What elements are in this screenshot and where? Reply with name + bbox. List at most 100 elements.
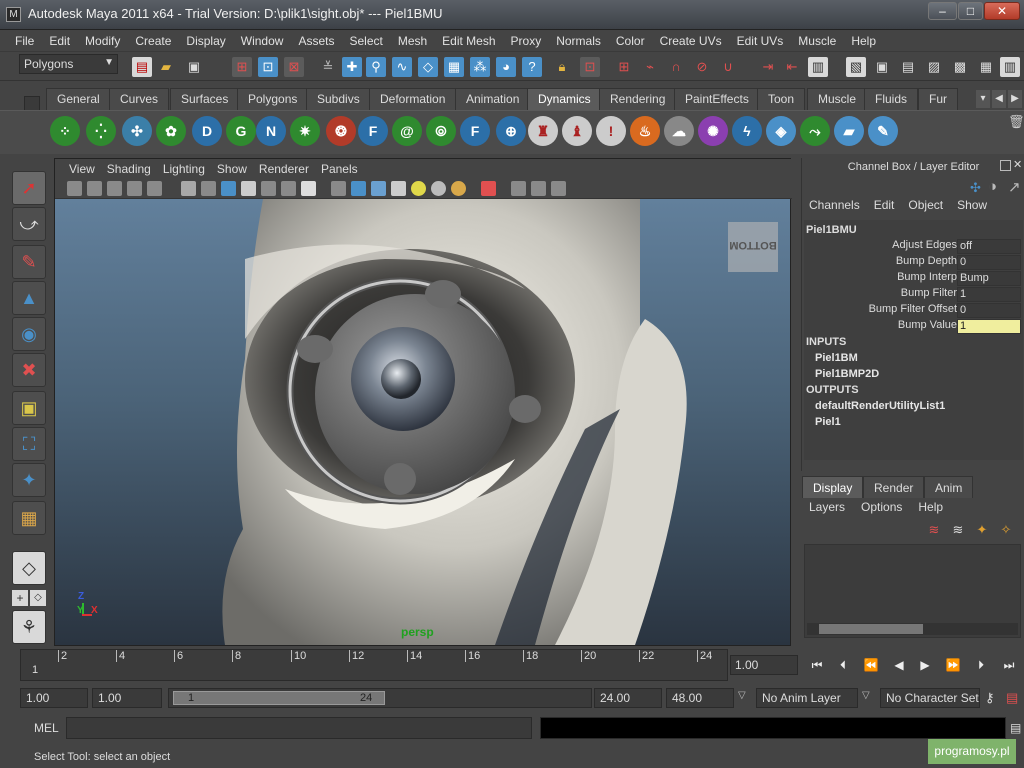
viewport-menu-shading[interactable]: Shading — [101, 162, 157, 176]
menu-modify[interactable]: Modify — [78, 34, 128, 48]
step-forward-key-icon[interactable]: ⏩ — [942, 655, 964, 675]
attr-value[interactable]: off — [957, 239, 1021, 254]
hypershade-icon[interactable]: ▩ — [950, 57, 970, 77]
outliner-layout-icon[interactable]: ⚘ — [12, 610, 46, 644]
layer-editor-toggle-icon[interactable]: ◑ — [988, 178, 997, 195]
layer-help-menu[interactable]: Help — [910, 500, 951, 518]
gravity-field-icon[interactable]: G — [226, 116, 256, 146]
emitter-icon[interactable]: ⁛ — [86, 116, 116, 146]
vortex-field-icon[interactable]: @ — [392, 116, 422, 146]
anim-prefs-icon[interactable]: ▤ — [1006, 690, 1018, 706]
xray-joints-icon[interactable] — [531, 181, 546, 196]
high-quality-icon[interactable] — [451, 181, 466, 196]
wireframe-icon[interactable] — [331, 181, 346, 196]
selection-mask-icon[interactable]: ≚ — [318, 57, 338, 77]
four-view-layout-icon[interactable]: + — [12, 590, 28, 606]
film-gate-icon[interactable] — [201, 181, 216, 196]
viewport-menu-show[interactable]: Show — [211, 162, 253, 176]
channels-menu[interactable]: Channels — [802, 198, 867, 216]
active-rigid-icon[interactable]: ! — [596, 116, 626, 146]
key-icon[interactable]: ⚷ — [985, 690, 995, 706]
tab-general[interactable]: General — [46, 88, 111, 110]
layers-menu[interactable]: Layers — [801, 500, 853, 518]
gate-mask-icon[interactable] — [241, 181, 256, 196]
select-joints-icon[interactable]: ⚲ — [366, 57, 386, 77]
channel-show-menu[interactable]: Show — [950, 198, 994, 216]
tab-display-layers[interactable]: Display — [802, 476, 864, 498]
camera-attributes-icon[interactable] — [87, 181, 102, 196]
bookmarks-icon[interactable] — [107, 181, 122, 196]
attr-row-bump-depth[interactable]: Bump Depth 0 — [804, 255, 1023, 271]
tab-muscle[interactable]: Muscle — [807, 88, 868, 110]
render-settings-icon[interactable]: ▨ — [924, 57, 944, 77]
lock-selection-icon[interactable]: 🔒︎ — [552, 57, 572, 77]
shatter-icon[interactable]: ◈ — [766, 116, 796, 146]
scrollbar-thumb[interactable] — [819, 624, 923, 634]
tab-fur[interactable]: Fur — [918, 88, 958, 110]
anim-layer-field[interactable]: No Anim Layer — [756, 688, 858, 708]
surface-flow-icon[interactable]: ▰ — [834, 116, 864, 146]
attr-value[interactable]: 0 — [957, 303, 1021, 318]
input-node[interactable]: Piel1BM — [815, 352, 858, 364]
menu-window[interactable]: Window — [234, 34, 292, 48]
layer-list[interactable] — [804, 544, 1021, 638]
paint-select-tool-icon[interactable]: ✎ — [12, 245, 46, 279]
anim-end-field[interactable]: 48.00 — [666, 688, 734, 708]
select-handles-icon[interactable]: ✚ — [342, 57, 362, 77]
perspective-viewport[interactable]: BOTTOM Z Y X persp — [55, 199, 790, 645]
menu-assets[interactable]: Assets — [291, 34, 342, 48]
trash-icon[interactable]: 🗑︎ — [1008, 111, 1024, 133]
last-tool-icon[interactable]: ▦ — [12, 501, 46, 535]
time-slider[interactable]: 1 2 4 6 8 10 12 14 16 18 20 22 24 — [20, 649, 728, 681]
viewport-menu-view[interactable]: View — [63, 162, 101, 176]
new-layer-from-selection-icon[interactable]: ✧ — [997, 522, 1015, 540]
viewport-menu-renderer[interactable]: Renderer — [253, 162, 315, 176]
select-hierarchy-icon[interactable]: ⊞ — [232, 57, 252, 77]
viewport-menu-panels[interactable]: Panels — [315, 162, 364, 176]
use-all-lights-icon[interactable] — [411, 181, 426, 196]
delete-rigid-icon[interactable]: ✎ — [868, 116, 898, 146]
close-button[interactable]: ✕ — [984, 2, 1020, 20]
input-ops-icon[interactable]: ⇥ — [758, 57, 778, 77]
move-layer-up-icon[interactable]: ≋ — [925, 522, 943, 540]
attr-row-bump-interp[interactable]: Bump Interp Bump — [804, 271, 1023, 287]
tab-painteffects[interactable]: PaintEffects — [674, 88, 760, 110]
attr-row-bump-filter[interactable]: Bump Filter 1 — [804, 287, 1023, 303]
end-time-field[interactable]: 24.00 — [594, 688, 662, 708]
snap-curve-icon[interactable]: ⌁ — [640, 57, 660, 77]
input-node[interactable]: Piel1BMP2D — [815, 368, 879, 380]
anim-start-field[interactable]: 1.00 — [92, 688, 162, 708]
command-language-label[interactable]: MEL — [34, 721, 59, 735]
image-plane-icon[interactable] — [127, 181, 142, 196]
resolution-gate-icon[interactable] — [221, 181, 236, 196]
two-d-pan-zoom-icon[interactable] — [147, 181, 162, 196]
open-scene-icon[interactable]: ▰ — [156, 57, 176, 77]
step-back-key-icon[interactable]: ⏪ — [860, 655, 882, 675]
shelf-tabs-menu-icon[interactable]: ▾ — [976, 90, 990, 108]
universal-manipulator-icon[interactable]: ▣ — [12, 391, 46, 425]
render-current-icon[interactable]: ▣ — [872, 57, 892, 77]
attr-row-bump-filter-offset[interactable]: Bump Filter Offset 0 — [804, 303, 1023, 319]
lasso-tool-icon[interactable]: ⤻ — [12, 207, 46, 241]
attr-row-bump-value[interactable]: Bump Value 1 — [804, 319, 1023, 335]
mode-selector[interactable]: Polygons ▼ — [19, 54, 118, 74]
select-curves-icon[interactable]: ∿ — [392, 57, 412, 77]
new-layer-icon[interactable]: ✦ — [973, 522, 991, 540]
passive-rigid-icon[interactable]: ♝ — [562, 116, 592, 146]
select-camera-icon[interactable] — [67, 181, 82, 196]
tab-polygons[interactable]: Polygons — [237, 88, 309, 110]
shadows-icon[interactable] — [431, 181, 446, 196]
command-input[interactable] — [66, 717, 532, 739]
lightning-icon[interactable]: ϟ — [732, 116, 762, 146]
grid-icon[interactable] — [181, 181, 196, 196]
show-manipulator-icon[interactable]: ✦ — [12, 463, 46, 497]
float-panel-icon[interactable] — [1000, 160, 1011, 171]
start-time-field[interactable]: 1.00 — [20, 688, 88, 708]
layer-options-menu[interactable]: Options — [853, 500, 910, 518]
attr-value[interactable]: 0 — [957, 255, 1021, 270]
snap-view-plane-icon[interactable]: ⊘ — [692, 57, 712, 77]
channel-edit-menu[interactable]: Edit — [867, 198, 902, 216]
select-tool-icon[interactable]: ➚ — [12, 171, 46, 205]
layer-list-scrollbar[interactable] — [807, 623, 1018, 635]
step-back-frame-icon[interactable]: ⏴ — [832, 655, 854, 675]
